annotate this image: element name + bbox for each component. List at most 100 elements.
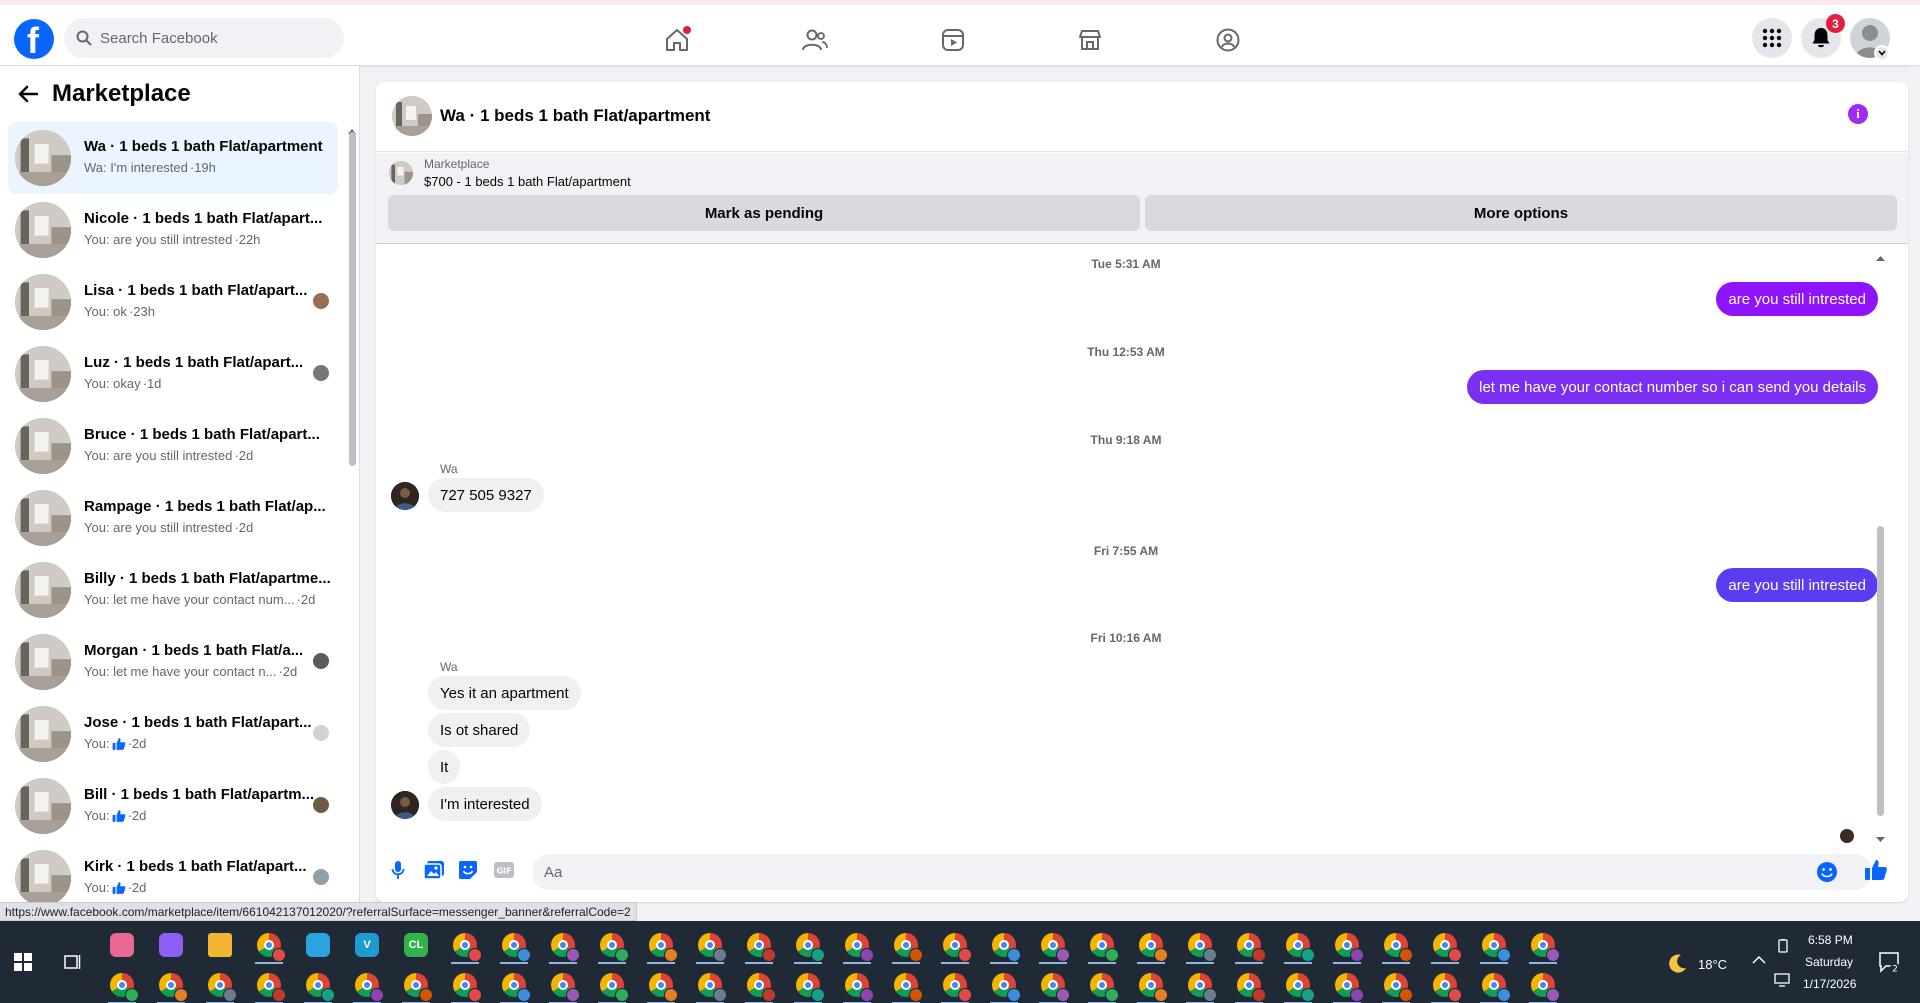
outgoing-message[interactable]: let me have your contact number so i can… — [1467, 370, 1878, 404]
chrome-window-icon[interactable] — [839, 927, 875, 964]
telegram-icon[interactable] — [300, 927, 336, 963]
menu-grid-button[interactable] — [1752, 18, 1792, 58]
chrome-window-icon[interactable] — [1525, 927, 1561, 964]
incoming-message[interactable]: Is ot shared — [428, 713, 531, 747]
chrome-window-icon[interactable] — [1427, 967, 1463, 1003]
chrome-window-icon[interactable] — [104, 967, 140, 1003]
photo-icon[interactable] — [422, 858, 446, 882]
chrome-window-icon[interactable] — [545, 927, 581, 964]
chrome-window-icon[interactable] — [300, 967, 336, 1003]
conversation-item[interactable]: Rampage · 1 beds 1 bath Flat/ap... You: a… — [8, 482, 338, 554]
incoming-message[interactable]: It — [428, 750, 461, 784]
chrome-window-icon[interactable] — [1084, 967, 1120, 1003]
groups-icon[interactable] — [1211, 23, 1245, 57]
facebook-logo[interactable]: f — [14, 19, 54, 61]
chevron-up-icon[interactable] — [1752, 951, 1766, 968]
conversation-item[interactable]: Nicole · 1 beds 1 bath Flat/apart... You:… — [8, 194, 338, 266]
chrome-window-icon[interactable] — [1084, 927, 1120, 964]
battery-icon[interactable] — [1776, 939, 1790, 957]
gif-icon[interactable]: GIF — [492, 858, 516, 882]
notifications-button[interactable]: 3 — [1801, 14, 1845, 58]
incoming-message[interactable]: I'm interested — [428, 787, 542, 821]
chrome-window-icon[interactable] — [1427, 927, 1463, 964]
clock-time[interactable]: 6:58 PM — [1808, 933, 1853, 947]
chrome-window-icon[interactable] — [594, 927, 630, 964]
clock-day[interactable]: Saturday — [1805, 955, 1853, 969]
network-icon[interactable] — [1774, 973, 1790, 991]
chrome-window-icon[interactable] — [1476, 967, 1512, 1003]
chrome-window-icon[interactable] — [1378, 927, 1414, 964]
incoming-message[interactable]: Yes it an apartment — [428, 676, 581, 710]
chrome-window-icon[interactable] — [1182, 927, 1218, 964]
chrome-window-icon[interactable] — [153, 967, 189, 1003]
chrome-window-icon[interactable] — [643, 967, 679, 1003]
account-chevron-button[interactable] — [1874, 45, 1890, 61]
chrome-window-icon[interactable] — [643, 927, 679, 964]
microphone-icon[interactable] — [386, 858, 410, 882]
chrome-window-icon[interactable] — [545, 967, 581, 1003]
message-input[interactable] — [532, 854, 1872, 890]
chrome-window-icon[interactable] — [692, 967, 728, 1003]
marketplace-icon[interactable] — [1073, 23, 1107, 57]
sender-avatar[interactable] — [391, 482, 419, 510]
listing-small-thumbnail[interactable] — [389, 161, 413, 185]
outgoing-message[interactable]: are you still intrested — [1716, 568, 1878, 602]
chrome-window-icon[interactable] — [1231, 927, 1267, 964]
chrome-window-icon[interactable] — [1133, 927, 1169, 964]
chrome-window-icon[interactable] — [741, 967, 777, 1003]
weather-widget[interactable]: 18°C — [1666, 953, 1727, 975]
chrome-window-icon[interactable] — [202, 967, 238, 1003]
conversation-item[interactable]: Billy · 1 beds 1 bath Flat/apartme... You… — [8, 554, 338, 626]
chrome-window-icon[interactable] — [1378, 967, 1414, 1003]
chrome-window-icon[interactable] — [594, 967, 630, 1003]
chrome-window-icon[interactable] — [1476, 927, 1512, 964]
mark-as-pending-button[interactable]: Mark as pending — [388, 195, 1140, 231]
chrome-window-icon[interactable] — [1035, 927, 1071, 964]
chrome-window-icon[interactable] — [251, 927, 287, 964]
chrome-window-icon[interactable] — [1133, 967, 1169, 1003]
chrome-window-icon[interactable] — [790, 967, 826, 1003]
chrome-window-icon[interactable] — [790, 927, 826, 964]
conversation-item[interactable]: Bill · 1 beds 1 bath Flat/apartm... You: ·… — [8, 770, 338, 842]
windows-start-icon[interactable] — [14, 953, 32, 975]
sidebar-scrollbar-thumb[interactable] — [349, 132, 356, 466]
chrome-window-icon[interactable] — [1329, 967, 1365, 1003]
sender-avatar[interactable] — [391, 791, 419, 819]
chrome-window-icon[interactable] — [251, 967, 287, 1003]
conversation-item[interactable]: Lisa · 1 beds 1 bath Flat/apart... You: o… — [8, 266, 338, 338]
chrome-window-icon[interactable] — [986, 927, 1022, 964]
action-center-icon[interactable]: 2 — [1878, 951, 1900, 977]
conversation-item[interactable]: Kirk · 1 beds 1 bath Flat/apart... You: ·2… — [8, 842, 338, 902]
chrome-window-icon[interactable] — [986, 967, 1022, 1003]
conversation-item[interactable]: Luz · 1 beds 1 bath Flat/apart... You: ok… — [8, 338, 338, 410]
chrome-window-icon[interactable] — [692, 927, 728, 964]
chrome-window-icon[interactable] — [349, 967, 385, 1003]
chrome-window-icon[interactable] — [1280, 967, 1316, 1003]
chrome-window-icon[interactable] — [741, 927, 777, 964]
chrome-window-icon[interactable] — [447, 927, 483, 964]
chrome-window-icon[interactable] — [1329, 927, 1365, 964]
sticker-icon[interactable] — [456, 858, 480, 882]
chrome-window-icon[interactable] — [1182, 967, 1218, 1003]
copilot-icon[interactable] — [153, 927, 189, 963]
friends-icon[interactable] — [798, 23, 832, 57]
conversation-item[interactable]: Wa · 1 beds 1 bath Flat/apartment Wa: I'm… — [8, 122, 338, 194]
chrome-window-icon[interactable] — [888, 927, 924, 964]
clean-icon[interactable]: CL — [398, 927, 434, 963]
outgoing-message[interactable]: are you still intrested — [1716, 282, 1878, 316]
thumbs-up-icon[interactable] — [1864, 858, 1888, 886]
chrome-window-icon[interactable] — [1525, 967, 1561, 1003]
chrome-window-icon[interactable] — [447, 967, 483, 1003]
clock-date[interactable]: 1/17/2026 — [1803, 977, 1856, 991]
chrome-window-icon[interactable] — [1280, 927, 1316, 964]
chrome-window-icon[interactable] — [496, 967, 532, 1003]
chrome-window-icon[interactable] — [496, 927, 532, 964]
listing-price-title[interactable]: $700 - 1 beds 1 bath Flat/apartment — [424, 174, 631, 189]
chrome-window-icon[interactable] — [937, 967, 973, 1003]
chrome-window-icon[interactable] — [1035, 967, 1071, 1003]
chrome-window-icon[interactable] — [937, 927, 973, 964]
page-scrollbar[interactable] — [1910, 66, 1920, 920]
conversation-item[interactable]: Morgan · 1 beds 1 bath Flat/a... You: let… — [8, 626, 338, 698]
search-input[interactable] — [100, 29, 320, 47]
info-icon[interactable]: i — [1848, 104, 1868, 124]
